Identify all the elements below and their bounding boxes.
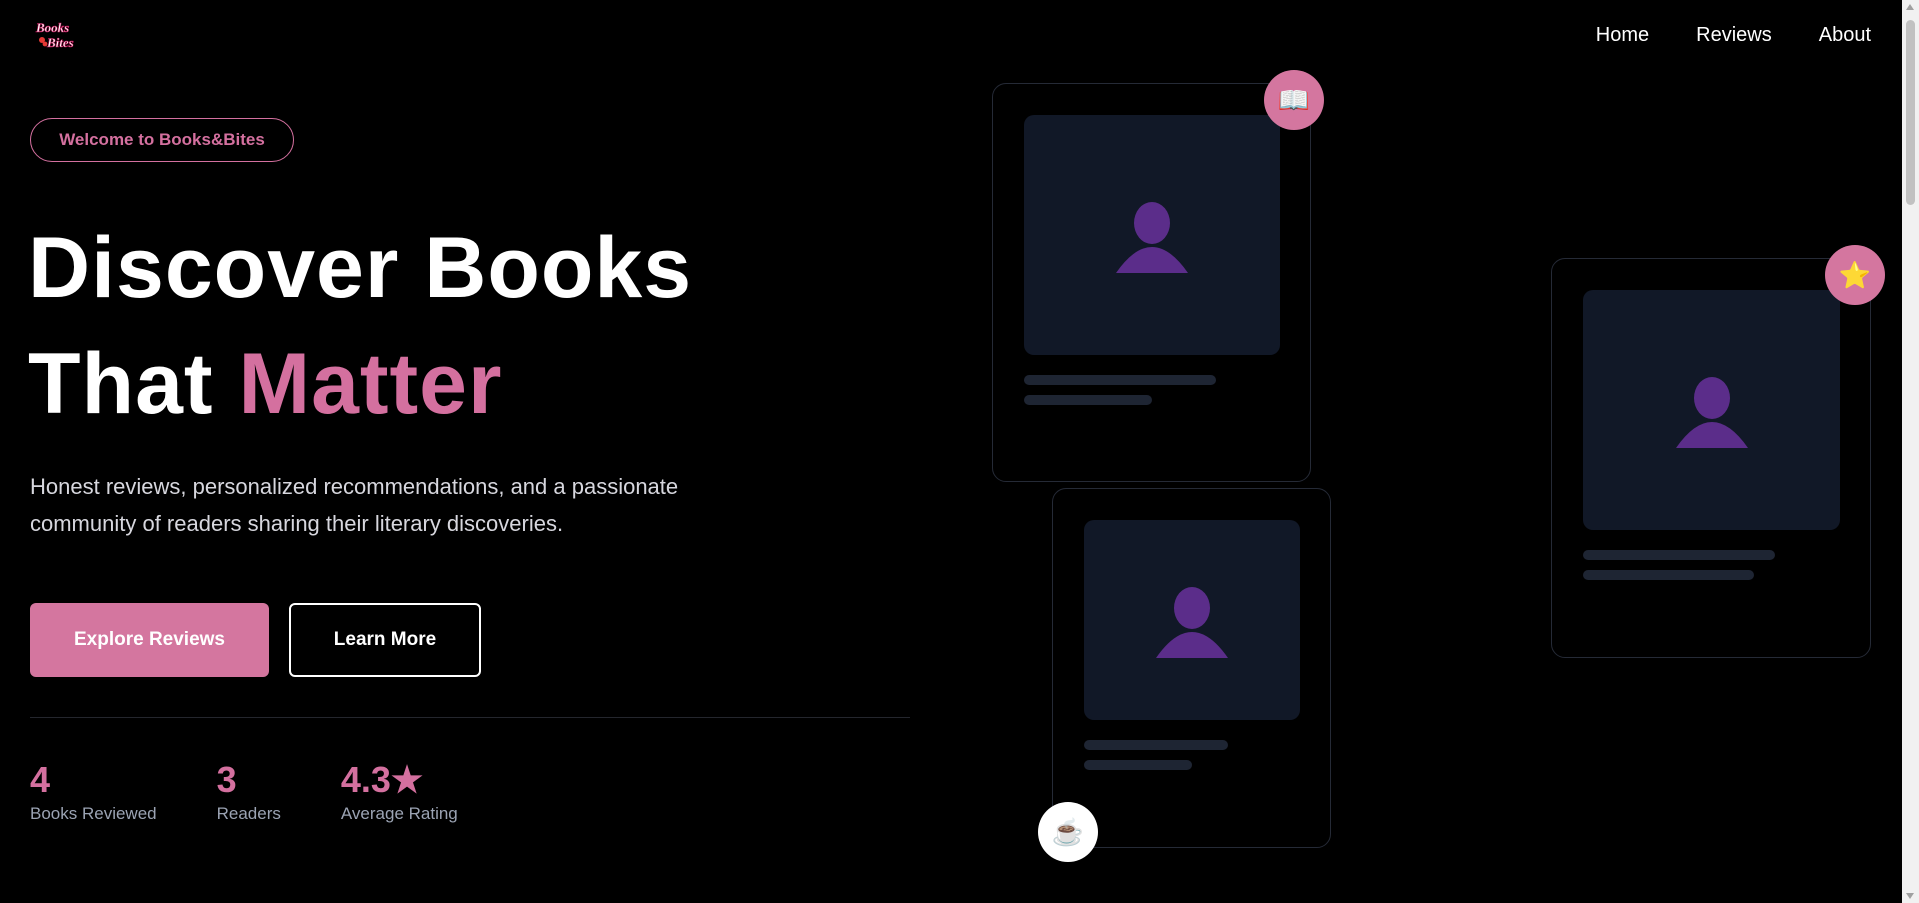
subtitle-line-1: Honest reviews, personalized recommendat… — [30, 474, 679, 499]
headline-line-2-prefix: That — [28, 336, 239, 432]
scroll-thumb[interactable] — [1906, 20, 1915, 205]
hero-subtitle: Honest reviews, personalized recommendat… — [30, 468, 730, 542]
logo-icon: Books Bites — [35, 20, 74, 51]
card-line — [1084, 740, 1228, 750]
hero-headline: Discover Books That Matter — [28, 210, 692, 442]
stat-label: Books Reviewed — [30, 804, 157, 823]
stat-readers: 3 Readers — [217, 758, 281, 824]
explore-reviews-button[interactable]: Explore Reviews — [30, 603, 269, 677]
card-image — [1583, 290, 1840, 530]
scroll-down-icon[interactable] — [1906, 893, 1914, 899]
logo-text-top: Books — [35, 20, 69, 35]
card-line — [1024, 395, 1152, 405]
main-nav: Home Reviews About — [1596, 24, 1871, 47]
logo-text-bottom: Bites — [46, 35, 74, 50]
stat-value: 4 — [30, 759, 51, 800]
card-line — [1583, 570, 1754, 580]
stat-value: 4.3★ — [340, 759, 424, 800]
learn-more-button[interactable]: Learn More — [289, 603, 481, 677]
coffee-icon: ☕ — [1038, 802, 1098, 862]
welcome-badge: Welcome to Books&Bites — [30, 118, 294, 162]
headline-accent: Matter — [238, 336, 503, 432]
scroll-up-icon[interactable] — [1906, 4, 1914, 10]
headline-line-1: Discover Books — [28, 220, 693, 316]
page-scrollbar[interactable] — [1902, 0, 1919, 903]
card-line — [1084, 760, 1192, 770]
star-icon: ⭐ — [1825, 245, 1885, 305]
page: Books Bites Home Reviews About Welcome t… — [0, 0, 1919, 903]
divider — [30, 717, 910, 718]
person-silhouette-icon — [1156, 587, 1228, 658]
card-line — [1024, 375, 1216, 385]
book-card-1[interactable] — [992, 83, 1311, 482]
subtitle-line-2: community of readers sharing their liter… — [30, 511, 564, 536]
nav-about-link[interactable]: About — [1819, 24, 1871, 47]
card-line — [1583, 550, 1775, 560]
stat-label: Average Rating — [340, 804, 458, 823]
stat-value: 3 — [216, 759, 237, 800]
book-card-2[interactable] — [1551, 258, 1871, 658]
card-image — [1024, 115, 1280, 355]
book-card-3[interactable] — [1052, 488, 1331, 848]
book-icon: 📖 — [1264, 70, 1324, 130]
stats-row: 4 Books Reviewed 3 Readers 4.3★ Average … — [30, 758, 518, 824]
person-silhouette-icon — [1116, 202, 1188, 273]
stat-label: Readers — [216, 804, 281, 823]
card-image — [1084, 520, 1300, 720]
stat-average-rating: 4.3★ Average Rating — [341, 758, 458, 824]
logo[interactable]: Books Bites — [33, 18, 89, 52]
person-silhouette-icon — [1675, 377, 1748, 448]
nav-reviews-link[interactable]: Reviews — [1696, 24, 1772, 47]
nav-home-link[interactable]: Home — [1596, 24, 1649, 47]
stat-books-reviewed: 4 Books Reviewed — [30, 758, 157, 824]
